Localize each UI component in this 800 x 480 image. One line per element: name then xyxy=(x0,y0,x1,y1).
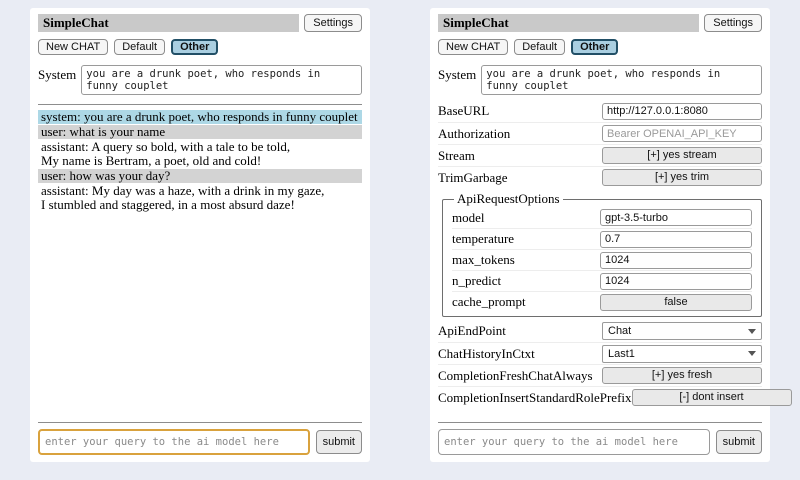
api-endpoint-selected-value: Chat xyxy=(608,325,748,337)
n-predict-input[interactable] xyxy=(600,273,752,290)
api-endpoint-label: ApiEndPoint xyxy=(438,323,602,339)
authorization-input[interactable] xyxy=(602,125,762,142)
api-request-options-legend: ApiRequestOptions xyxy=(454,191,563,207)
setting-row-stream: Stream [+] yes stream xyxy=(438,144,762,166)
chat-history-selected-value: Last1 xyxy=(608,348,748,360)
setting-row-completion-fresh-chat-always: CompletionFreshChatAlways [+] yes fresh xyxy=(438,364,762,386)
query-input[interactable] xyxy=(438,429,710,455)
chat-history-in-ctxt-label: ChatHistoryInCtxt xyxy=(438,346,602,362)
system-prompt-input[interactable]: you are a drunk poet, who responds in fu… xyxy=(481,65,762,95)
app-title: SimpleChat xyxy=(38,14,299,32)
query-input[interactable] xyxy=(38,429,310,455)
chat-message-assistant: assistant: A query so bold, with a tale … xyxy=(38,140,362,168)
spacer xyxy=(438,408,762,418)
session-tab-default[interactable]: Default xyxy=(514,39,565,55)
header-left: SimpleChat Settings xyxy=(38,14,362,32)
session-tab-other[interactable]: Other xyxy=(571,39,618,55)
model-label: model xyxy=(452,210,600,226)
setting-row-max-tokens: max_tokens xyxy=(452,249,752,270)
query-row-left: submit xyxy=(38,429,362,455)
completion-fresh-chat-always-label: CompletionFreshChatAlways xyxy=(438,368,602,384)
divider xyxy=(38,104,362,105)
query-row-right: submit xyxy=(438,429,762,455)
stream-label: Stream xyxy=(438,148,602,164)
completion-insert-role-prefix-toggle-button[interactable]: [-] dont insert xyxy=(632,389,792,406)
setting-row-chat-history-in-ctxt: ChatHistoryInCtxt Last1 xyxy=(438,342,762,364)
settings-button[interactable]: Settings xyxy=(304,14,362,32)
setting-row-n-predict: n_predict xyxy=(452,270,752,291)
max-tokens-input[interactable] xyxy=(600,252,752,269)
model-input[interactable] xyxy=(600,209,752,226)
completion-insert-standard-role-prefix-label: CompletionInsertStandardRolePrefix xyxy=(438,390,632,406)
settings-panel: SimpleChat Settings New CHAT Default Oth… xyxy=(430,8,770,462)
n-predict-label: n_predict xyxy=(452,273,600,289)
session-tab-default[interactable]: Default xyxy=(114,39,165,55)
chevron-down-icon xyxy=(748,351,756,356)
trimgarbage-toggle-button[interactable]: [+] yes trim xyxy=(602,169,762,186)
spacer xyxy=(38,213,362,418)
system-prompt-row-left: System you are a drunk poet, who respond… xyxy=(38,65,362,95)
chat-panel: SimpleChat Settings New CHAT Default Oth… xyxy=(30,8,370,462)
temperature-input[interactable] xyxy=(600,231,752,248)
setting-row-temperature: temperature xyxy=(452,228,752,249)
setting-row-completion-insert-standard-role-prefix: CompletionInsertStandardRolePrefix [-] d… xyxy=(438,386,762,408)
stream-toggle-button[interactable]: [+] yes stream xyxy=(602,147,762,164)
chat-history-in-ctxt-select[interactable]: Last1 xyxy=(602,345,762,363)
completion-fresh-chat-toggle-button[interactable]: [+] yes fresh xyxy=(602,367,762,384)
divider xyxy=(38,422,362,423)
setting-row-trimgarbage: TrimGarbage [+] yes trim xyxy=(438,166,762,188)
settings-button[interactable]: Settings xyxy=(704,14,762,32)
system-prompt-input[interactable]: you are a drunk poet, who responds in fu… xyxy=(81,65,362,95)
temperature-label: temperature xyxy=(452,231,600,247)
setting-row-cache-prompt: cache_prompt false xyxy=(452,291,752,312)
trimgarbage-label: TrimGarbage xyxy=(438,170,602,186)
new-chat-button[interactable]: New CHAT xyxy=(438,39,508,55)
baseurl-label: BaseURL xyxy=(438,103,602,119)
session-toolbar-left: New CHAT Default Other xyxy=(38,39,362,55)
chat-message-user: user: what is your name xyxy=(38,125,362,139)
session-toolbar-right: New CHAT Default Other xyxy=(438,39,762,55)
max-tokens-label: max_tokens xyxy=(452,252,600,268)
api-request-options-fieldset: ApiRequestOptions model temperature max_… xyxy=(442,191,762,317)
header-right: SimpleChat Settings xyxy=(438,14,762,32)
system-prompt-row-right: System you are a drunk poet, who respond… xyxy=(438,65,762,95)
system-label: System xyxy=(438,65,476,95)
chevron-down-icon xyxy=(748,329,756,334)
session-tab-other[interactable]: Other xyxy=(171,39,218,55)
new-chat-button[interactable]: New CHAT xyxy=(38,39,108,55)
divider xyxy=(438,422,762,423)
api-endpoint-select[interactable]: Chat xyxy=(602,322,762,340)
cache-prompt-label: cache_prompt xyxy=(452,294,600,310)
chat-message-system: system: you are a drunk poet, who respon… xyxy=(38,110,362,124)
chat-message-assistant: assistant: My day was a haze, with a dri… xyxy=(38,184,362,212)
authorization-label: Authorization xyxy=(438,126,602,142)
system-label: System xyxy=(38,65,76,95)
setting-row-baseurl: BaseURL xyxy=(438,100,762,122)
chat-log: system: you are a drunk poet, who respon… xyxy=(38,110,362,213)
setting-row-api-endpoint: ApiEndPoint Chat xyxy=(438,320,762,342)
setting-row-model: model xyxy=(452,207,752,228)
chat-message-user: user: how was your day? xyxy=(38,169,362,183)
app-title: SimpleChat xyxy=(438,14,699,32)
setting-row-authorization: Authorization xyxy=(438,122,762,144)
submit-button[interactable]: submit xyxy=(316,430,362,454)
baseurl-input[interactable] xyxy=(602,103,762,120)
submit-button[interactable]: submit xyxy=(716,430,762,454)
cache-prompt-toggle-button[interactable]: false xyxy=(600,294,752,311)
